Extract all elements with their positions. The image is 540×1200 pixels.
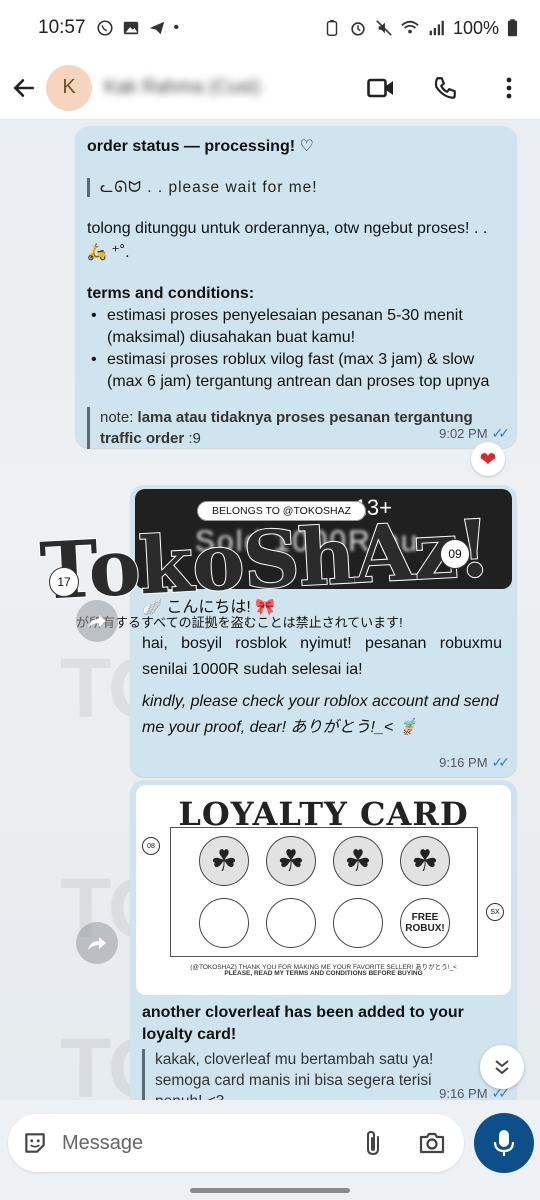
wifi-icon — [401, 20, 419, 34]
gallery-notification-icon — [123, 21, 138, 35]
message-placeholder: Message — [62, 1131, 144, 1154]
message-time: 9:02 PM — [439, 426, 488, 441]
message-caption: another cloverleaf has been added to you… — [142, 1004, 464, 1043]
video-camera-icon — [367, 78, 393, 97]
kebab-menu-icon — [506, 77, 512, 98]
message-quote: ᓚᘏᗢ . . please wait for me! — [87, 178, 505, 197]
read-ticks-icon: ✓✓ — [491, 754, 511, 770]
note-bold: lama atau tidaknya proses pesanan tergan… — [100, 409, 473, 447]
empty-stamp — [266, 898, 316, 948]
chat-header: K Kak Rahma (Cust) — [0, 56, 540, 120]
attach-icon[interactable] — [362, 1129, 384, 1157]
battery-icon — [507, 19, 518, 37]
clover-stamp-icon: ☘ — [266, 836, 316, 886]
forward-button[interactable] — [76, 600, 118, 642]
sticker-icon[interactable] — [22, 1130, 48, 1156]
message-bubble-loyalty-card[interactable]: LOYALTY CARD 08 SX ☘ ☘ ☘ ☘ FREE ROBUX! (… — [130, 780, 517, 1100]
message-meta: 9:16 PM ✓✓ — [439, 754, 511, 771]
back-button[interactable] — [10, 74, 38, 102]
double-chevron-down-icon — [495, 1060, 509, 1075]
clover-stamp-icon: ☘ — [333, 836, 383, 886]
terms-list: estimasi proses penyelesaian pesanan 5-3… — [87, 305, 505, 393]
note-prefix: note: — [100, 409, 134, 426]
message-paragraph: tolong ditunggu untuk orderannya, otw ng… — [87, 220, 488, 261]
message-time: 9:16 PM — [439, 1086, 488, 1100]
voice-call-button[interactable] — [430, 73, 460, 103]
phone-icon — [434, 76, 456, 99]
free-robux-stamp: FREE ROBUX! — [400, 898, 450, 948]
voice-message-button[interactable] — [474, 1113, 534, 1173]
telegram-notification-icon — [149, 21, 164, 35]
battery-level: 100% — [452, 17, 499, 38]
microphone-icon — [493, 1130, 515, 1156]
message-time: 9:16 PM — [439, 755, 488, 770]
battery-saver-icon — [326, 19, 338, 36]
status-time: 10:57 — [38, 17, 86, 38]
home-indicator[interactable] — [190, 1188, 350, 1193]
message-meta: 9:02 PM ✓✓ — [439, 425, 511, 442]
message-composer: Message — [0, 1100, 540, 1200]
number-sticker: 09 — [440, 539, 470, 569]
forward-arrow-icon — [88, 615, 106, 628]
message-reply-text: kakak, cloverleaf mu bertambah satu ya! … — [142, 1049, 482, 1100]
more-notifications-icon: • — [173, 19, 180, 36]
reaction-badge[interactable]: ❤ — [471, 442, 505, 476]
status-bar: 10:57 • 100% — [0, 0, 540, 56]
video-call-button[interactable] — [366, 73, 396, 103]
message-bubble-order-status[interactable]: order status — processing! ♡ ᓚᘏᗢ . . ple… — [75, 126, 517, 449]
clover-stamp-icon: ☘ — [400, 836, 450, 886]
terms-heading: terms and conditions: — [87, 285, 255, 302]
message-input[interactable]: Message — [8, 1114, 464, 1172]
japanese-disclaimer: が所有するすべての証拠を盗むことは禁止されています! — [76, 615, 403, 630]
message-text-italic: kindly, please check your roblox account… — [142, 693, 499, 736]
more-options-button[interactable] — [494, 73, 524, 103]
empty-stamp — [333, 898, 383, 948]
message-text: hai, bosyil rosblok nyimut! pesanan robu… — [142, 635, 502, 678]
forward-arrow-icon — [88, 937, 106, 950]
whatsapp-notification-icon — [96, 20, 113, 36]
scroll-to-bottom-button[interactable] — [480, 1045, 524, 1089]
empty-stamp — [199, 898, 249, 948]
back-arrow-icon — [13, 78, 34, 97]
camera-icon[interactable] — [418, 1131, 446, 1155]
chat-area[interactable]: TO TO TO order status — processing! ♡ ᓚᘏ… — [0, 120, 540, 1100]
clover-stamp-icon: ☘ — [199, 836, 249, 886]
read-ticks-icon: ✓✓ — [491, 425, 511, 441]
stamp-grid: ☘ ☘ ☘ ☘ FREE ROBUX! — [170, 827, 478, 957]
terms-item: estimasi proses penyelesaian pesanan 5-3… — [87, 305, 505, 349]
signal-icon — [429, 20, 444, 36]
card-number-badge: SX — [486, 903, 504, 921]
contact-name[interactable]: Kak Rahma (Cust) — [104, 77, 260, 99]
avatar[interactable]: K — [46, 64, 92, 111]
note-suffix: :9 — [188, 430, 201, 447]
alarm-icon — [351, 22, 365, 36]
forward-button[interactable] — [76, 922, 118, 964]
number-sticker: 17 — [49, 567, 79, 597]
terms-item: estimasi proses roblux vilog fast (max 3… — [87, 349, 505, 393]
loyalty-card-image[interactable]: LOYALTY CARD 08 SX ☘ ☘ ☘ ☘ FREE ROBUX! (… — [136, 785, 511, 995]
card-footer-terms: PLEASE, READ MY TERMS AND CONDITIONS BEF… — [224, 970, 423, 977]
card-number-badge: 08 — [142, 837, 160, 855]
mute-icon — [376, 20, 392, 36]
message-title: order status — processing! ♡ — [87, 138, 314, 155]
